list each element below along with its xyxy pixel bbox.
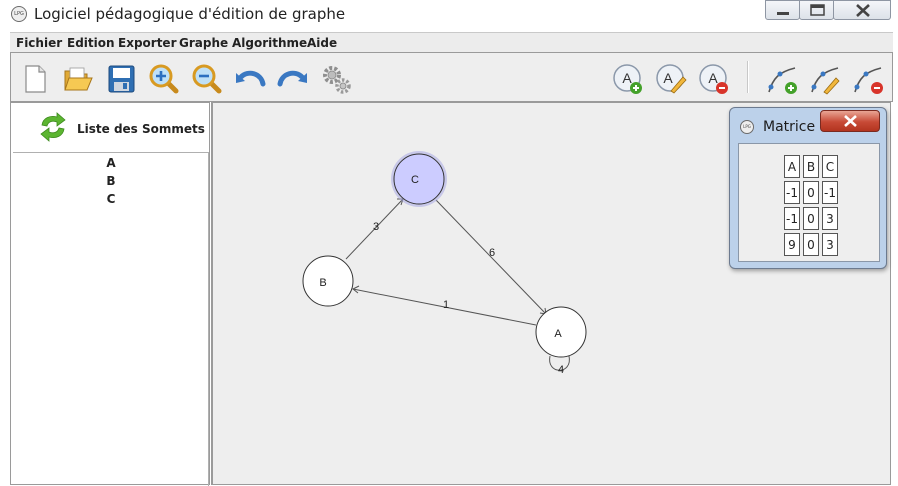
- add-edge-icon: [768, 67, 797, 94]
- matrix-cell: -1: [784, 207, 800, 230]
- save-icon: [108, 65, 135, 93]
- close-button[interactable]: [833, 0, 891, 20]
- menu-fichier[interactable]: Fichier: [16, 36, 62, 50]
- graph-node-a[interactable]: A: [535, 306, 587, 358]
- menu-exporter[interactable]: Exporter: [118, 36, 176, 50]
- graph-node-b[interactable]: B: [302, 255, 354, 307]
- matrix-cell: 9: [784, 233, 800, 256]
- node-label: B: [319, 277, 326, 289]
- menu-graphe[interactable]: Graphe: [179, 36, 228, 50]
- new-file-icon: [25, 65, 46, 93]
- menu-bar: Fichier Edition Exporter Graphe Algorith…: [10, 32, 893, 52]
- matrix-cell: -1: [784, 181, 800, 204]
- matrix-row: A B C: [784, 155, 838, 178]
- dialog-close-button[interactable]: [820, 110, 880, 132]
- edge-weight-label: 1: [443, 299, 449, 311]
- menu-aide[interactable]: Aide: [307, 36, 337, 50]
- vertex-list-title: Liste des Sommets: [77, 122, 205, 136]
- dialog-logo-icon: LPG: [740, 120, 754, 134]
- refresh-button[interactable]: [37, 111, 69, 143]
- zoom-out-icon: [192, 64, 222, 94]
- refresh-icon: [40, 112, 66, 142]
- title-bar: LPG Logiciel pédagogique d'édition de gr…: [0, 0, 898, 32]
- node-circle: [393, 153, 445, 205]
- edge-weight-label: 4: [558, 364, 564, 376]
- zoom-in-button[interactable]: [147, 62, 181, 96]
- maximize-icon: [810, 4, 825, 16]
- delete-vertex-icon: A: [699, 64, 728, 94]
- list-item[interactable]: B: [13, 174, 209, 188]
- menu-edition[interactable]: Edition: [67, 36, 115, 50]
- list-item[interactable]: A: [13, 156, 209, 170]
- open-folder-button[interactable]: [61, 62, 95, 96]
- node-label: A: [554, 328, 562, 340]
- undo-icon: [236, 70, 266, 87]
- redo-icon: [277, 70, 307, 87]
- graph-node-c[interactable]: C: [391, 151, 447, 207]
- minimize-button[interactable]: [765, 0, 800, 20]
- matrix-cell: 3: [822, 207, 838, 230]
- close-icon: [856, 4, 870, 17]
- edit-edge-icon: [811, 67, 840, 95]
- svg-text:A: A: [622, 70, 632, 86]
- maximize-button[interactable]: [799, 0, 834, 20]
- save-button[interactable]: [104, 62, 138, 96]
- add-vertex-icon: A: [613, 64, 642, 94]
- matrix-row: -1 0 -1: [784, 181, 838, 204]
- matrix-cell: 3: [822, 233, 838, 256]
- matrix-cell: C: [822, 155, 838, 178]
- delete-edge-icon: [854, 67, 883, 94]
- gears-icon: [323, 66, 351, 94]
- delete-vertex-button[interactable]: A: [697, 62, 731, 96]
- edit-edge-button[interactable]: [808, 62, 842, 96]
- matrix-row: 9 0 3: [784, 233, 838, 256]
- list-item[interactable]: C: [13, 192, 209, 206]
- settings-button[interactable]: [319, 62, 353, 96]
- app-logo-icon: LPG: [11, 6, 27, 22]
- matrix-cell: B: [803, 155, 819, 178]
- delete-edge-button[interactable]: [851, 62, 885, 96]
- dialog-title: Matrice: [763, 119, 816, 135]
- edit-vertex-icon: A: [656, 64, 687, 94]
- window-title: Logiciel pédagogique d'édition de graphe: [34, 5, 346, 23]
- toolbar: A A A: [10, 52, 893, 102]
- zoom-in-icon: [149, 64, 179, 94]
- zoom-out-button[interactable]: [190, 62, 224, 96]
- edge-weight-label: 3: [373, 221, 379, 233]
- undo-button[interactable]: [233, 62, 267, 96]
- minimize-icon: [777, 12, 789, 15]
- new-file-button[interactable]: [18, 62, 52, 96]
- matrix-panel: A B C -1 0 -1 -1 0 3 9 0 3: [738, 143, 880, 262]
- vertex-list: A B C: [13, 152, 209, 486]
- matrix-cell: -1: [822, 181, 838, 204]
- matrix-cell: 0: [803, 181, 819, 204]
- app-window: LPG Logiciel pédagogique d'édition de gr…: [0, 0, 898, 486]
- matrix-cell: 0: [803, 207, 819, 230]
- add-edge-button[interactable]: [765, 62, 799, 96]
- edge-weight-label: 6: [489, 247, 495, 259]
- matrix-dialog: LPG Matrice A B C -1 0 -1 -1 0 3 9 0 3: [729, 107, 887, 269]
- vertex-list-panel: Liste des Sommets A B C: [10, 102, 210, 486]
- matrix-cell: A: [784, 155, 800, 178]
- svg-text:A: A: [708, 70, 718, 86]
- toolbar-separator: [747, 61, 749, 93]
- edit-vertex-button[interactable]: A: [654, 62, 688, 96]
- menu-algorithme[interactable]: Algorithme: [232, 36, 307, 50]
- redo-button[interactable]: [276, 62, 310, 96]
- close-icon: [844, 115, 857, 127]
- svg-text:A: A: [663, 70, 673, 86]
- node-circle: [302, 255, 354, 307]
- node-label: C: [411, 174, 419, 186]
- open-folder-icon: [64, 67, 93, 91]
- matrix-cell: 0: [803, 233, 819, 256]
- adjacency-matrix: A B C -1 0 -1 -1 0 3 9 0 3: [781, 152, 841, 259]
- matrix-row: -1 0 3: [784, 207, 838, 230]
- add-vertex-button[interactable]: A: [611, 62, 645, 96]
